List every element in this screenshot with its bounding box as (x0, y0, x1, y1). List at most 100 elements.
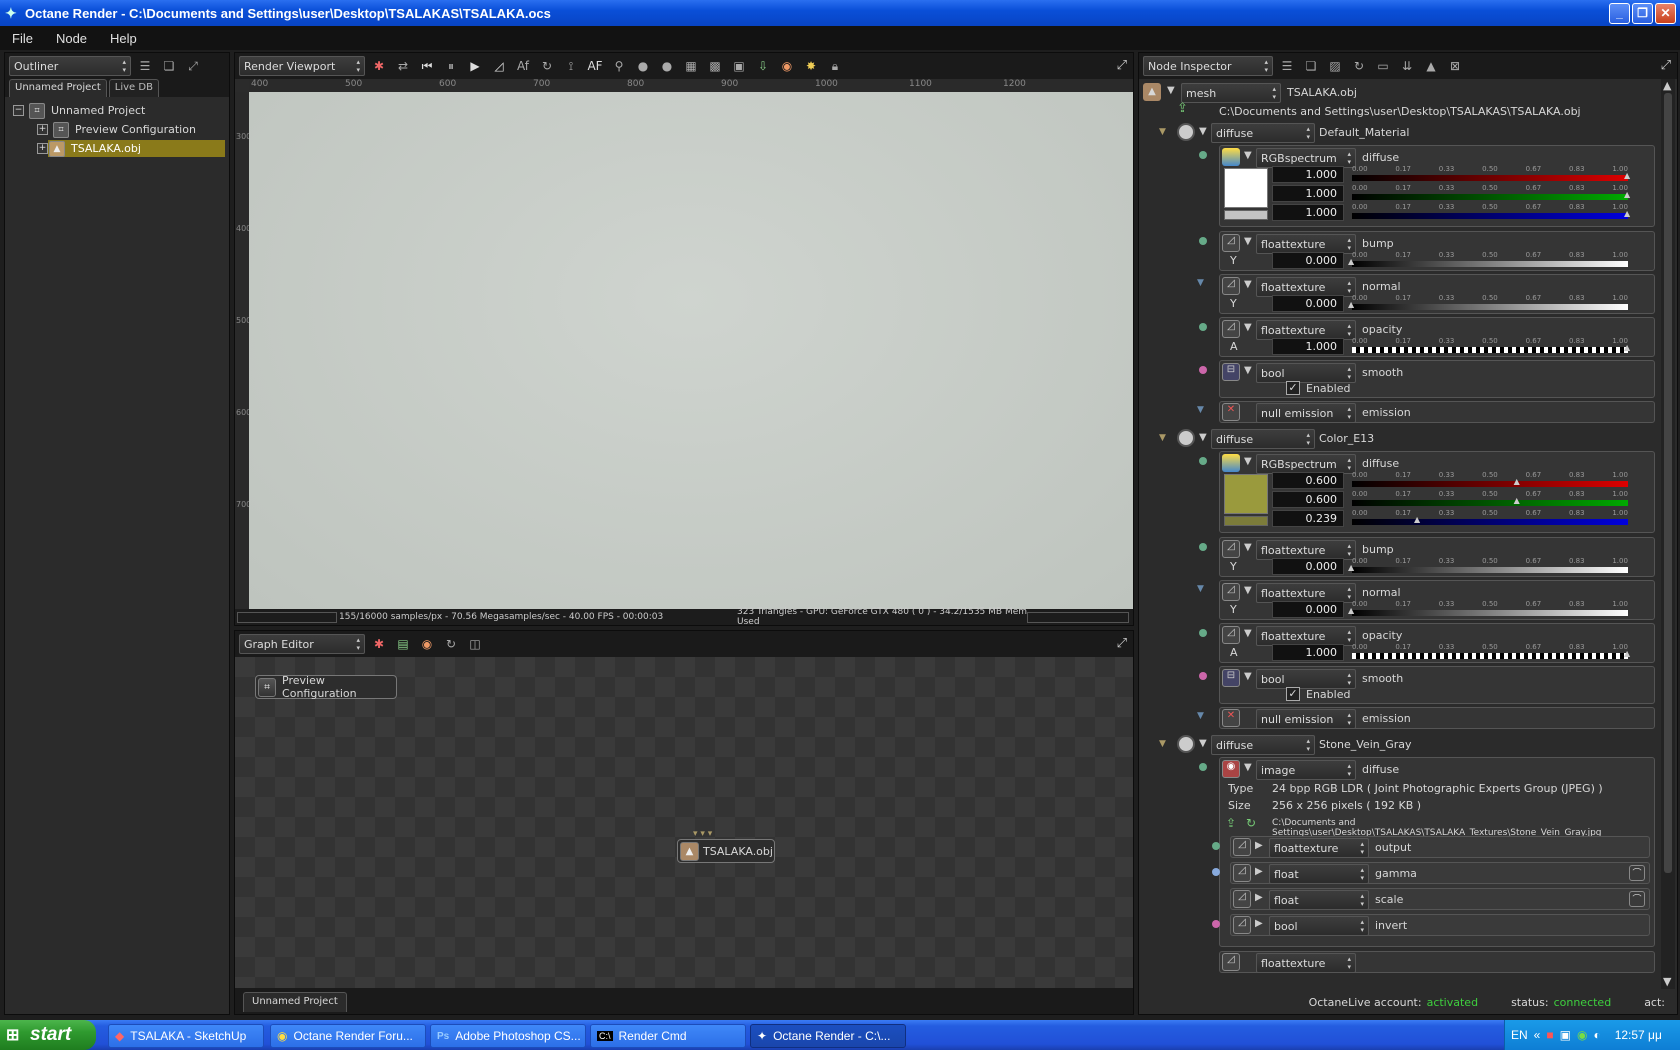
channel-r-slider[interactable]: ▲ (1352, 477, 1628, 487)
smooth-checkbox[interactable]: ✓ (1286, 687, 1300, 701)
load-file-icon[interactable]: ⇪ (1226, 816, 1236, 830)
menu-help[interactable]: Help (98, 31, 148, 46)
scroll-up-icon[interactable]: ▲ (1663, 79, 1671, 92)
normal-value[interactable]: 0.000 (1272, 601, 1344, 618)
reload-icon[interactable]: ↻ (1246, 816, 1256, 830)
slider-handle-icon[interactable]: ▲ (1348, 606, 1354, 615)
collapse-icon[interactable]: ▼ (1197, 584, 1204, 594)
expand-icon[interactable]: ▼ (1167, 85, 1175, 96)
delete-node-icon[interactable]: ✱ (369, 634, 389, 654)
normal-value[interactable]: 0.000 (1272, 295, 1344, 312)
bump-type-combo[interactable]: floattexture (1256, 953, 1356, 973)
collapse-icon[interactable]: ▼ (1159, 739, 1166, 749)
material-node-icon[interactable]: ◉ (417, 634, 437, 654)
expand-icon[interactable]: ▼ (1244, 671, 1252, 682)
pick-icon[interactable]: ⟟ (561, 56, 581, 76)
ruler-icon[interactable]: ◿ (489, 56, 509, 76)
expand-icon[interactable]: ▼ (1244, 279, 1252, 290)
input-pin-icon[interactable] (1212, 868, 1220, 876)
input-pin-icon[interactable] (1199, 629, 1207, 637)
expand-icon[interactable]: ▼ (1244, 322, 1252, 333)
language-indicator[interactable]: EN (1511, 1028, 1528, 1042)
arrange-icon[interactable]: ◫ (465, 634, 485, 654)
expand-icon[interactable]: ▼ (1244, 236, 1252, 247)
graph-canvas[interactable]: ⌗ Preview Configuration ▲ TSALAKA.obj ▾ … (235, 657, 1133, 988)
af-dim-icon[interactable]: Af (513, 56, 533, 76)
volume-icon[interactable]: ◐ (1593, 1028, 1600, 1042)
collapse-icon[interactable]: ☰ (135, 56, 155, 76)
channel-b-value[interactable]: 0.239 (1272, 510, 1344, 527)
sub-scale-combo[interactable]: float (1269, 890, 1369, 910)
normal-type-combo[interactable]: floattexture (1256, 277, 1356, 297)
copy-icon[interactable]: ❏ (159, 56, 179, 76)
collapse-icon[interactable]: ▼ (1197, 405, 1204, 415)
image-type-combo[interactable]: image (1256, 760, 1356, 780)
opacity-value[interactable]: 1.000 (1272, 338, 1344, 355)
channel-b-slider[interactable]: ▲ (1352, 515, 1628, 525)
slider-handle-icon[interactable]: ▲ (1514, 496, 1520, 505)
opacity-slider[interactable]: ▲ (1352, 343, 1630, 353)
picture-icon[interactable]: ▲ (1421, 56, 1441, 76)
input-pin-icon[interactable] (1199, 323, 1207, 331)
tree-item-unnamed-project[interactable]: − ⌗ Unnamed Project (5, 101, 229, 120)
collapse-icon[interactable]: ☰ (1277, 56, 1297, 76)
task-photoshop[interactable]: Ps Adobe Photoshop CS... (430, 1024, 586, 1048)
channel-b-slider[interactable]: ▲ (1352, 209, 1630, 219)
expand-toggle[interactable]: + (37, 143, 48, 154)
color-swatch[interactable] (1224, 168, 1268, 208)
material-type-combo[interactable]: diffuse (1211, 735, 1315, 755)
outliner-combo[interactable]: Outliner (9, 56, 131, 76)
bump-slider[interactable]: ▲ (1348, 257, 1628, 267)
maximize-icon[interactable]: ⤢ (1117, 58, 1127, 73)
material-type-combo[interactable]: diffuse (1211, 429, 1315, 449)
image-icon[interactable]: ▨ (1325, 56, 1345, 76)
slider-handle-icon[interactable]: ▲ (1348, 300, 1354, 309)
slider-handle-icon[interactable]: ▲ (1414, 515, 1420, 524)
copy-icon[interactable]: ❏ (1301, 56, 1321, 76)
channel-r-value[interactable]: 1.000 (1272, 166, 1344, 183)
menu-node[interactable]: Node (44, 31, 98, 46)
normal-slider[interactable]: ▲ (1348, 606, 1628, 616)
bump-slider[interactable]: ▲ (1348, 563, 1628, 573)
sphere-icon[interactable]: ● (633, 56, 653, 76)
expand-right-icon[interactable]: ▶ (1255, 866, 1263, 877)
slider-handle-icon[interactable]: ▲ (1348, 563, 1354, 572)
smooth-checkbox[interactable]: ✓ (1286, 381, 1300, 395)
input-pin-icon[interactable] (1199, 151, 1207, 159)
opacity-type-combo[interactable]: floattexture (1256, 320, 1356, 340)
export-icon[interactable]: ⇩ (753, 56, 773, 76)
expand-icon[interactable]: ▼ (1244, 628, 1252, 639)
slider-handle-icon[interactable]: ▲ (1624, 171, 1630, 180)
input-pin-icon[interactable] (1199, 366, 1207, 374)
normal-slider[interactable]: ▲ (1348, 300, 1628, 310)
collapse-toggle[interactable]: − (13, 105, 24, 116)
mesh-type-combo[interactable]: mesh (1181, 83, 1281, 103)
collapse-icon[interactable]: ▼ (1197, 278, 1204, 288)
lock-icon[interactable]: 🔒︎ (825, 56, 845, 76)
maximize-icon[interactable]: ⤢ (1117, 636, 1127, 651)
tab-live-db[interactable]: Live DB (108, 79, 159, 97)
input-pin-icon[interactable] (1199, 237, 1207, 245)
refresh-node-icon[interactable]: ↻ (441, 634, 461, 654)
task-render-cmd[interactable]: C:\ Render Cmd (590, 1024, 746, 1048)
expand-right-icon[interactable]: ▶ (1255, 892, 1263, 903)
save-icon[interactable]: ⇊ (1397, 56, 1417, 76)
collapse-icon[interactable]: ▼ (1159, 433, 1166, 443)
channel-g-value[interactable]: 0.600 (1272, 491, 1344, 508)
nvidia-icon[interactable]: ◉ (1577, 1028, 1587, 1042)
input-pin-icon[interactable] (1212, 894, 1220, 902)
opacity-slider[interactable]: ▲ (1352, 649, 1630, 659)
viewport-combo[interactable]: Render Viewport (239, 56, 365, 76)
input-pin-icon[interactable] (1199, 763, 1207, 771)
input-pin-icon[interactable] (1199, 543, 1207, 551)
expand-icon[interactable]: ▼ (1199, 126, 1207, 137)
sub-output-combo[interactable]: floattexture (1269, 838, 1369, 858)
light-icon[interactable]: ✸ (801, 56, 821, 76)
scroll-down-icon[interactable]: ▼ (1663, 975, 1671, 988)
slider-handle-icon[interactable]: ▲ (1624, 343, 1630, 352)
binoculars-icon[interactable]: ⚲ (609, 56, 629, 76)
tree-item-tsalaka-obj[interactable]: + ▲ TSALAKA.obj (5, 139, 229, 158)
input-pins-icon[interactable]: ▾ ▾ ▾ (693, 829, 712, 839)
restore-button[interactable]: ❐ (1632, 3, 1653, 24)
bump-value[interactable]: 0.000 (1272, 252, 1344, 269)
